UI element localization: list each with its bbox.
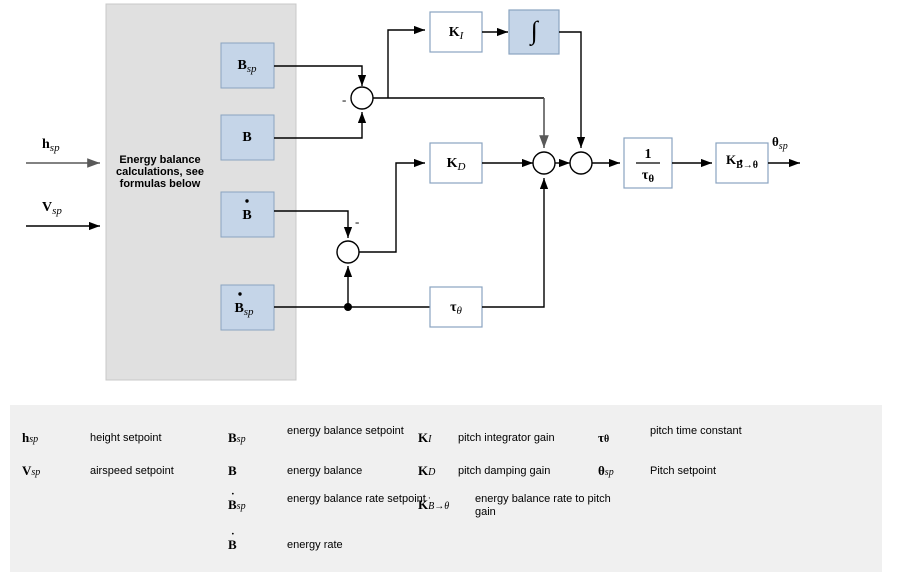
output-label-theta-sp: θsp (772, 134, 788, 152)
legend-sym-K-D: KD (418, 463, 436, 478)
legend-desc-h-sp: height setpoint (90, 432, 162, 444)
legend-desc-tau-theta: pitch time constant (650, 425, 742, 437)
k-bdot-overdot (739, 159, 743, 163)
wire-tau-theta-to-sum-main-1 (482, 178, 549, 308)
process-block-line-1: Energy balance (119, 154, 200, 166)
legend-desc-B-sp: energy balance setpoint (287, 425, 404, 437)
legend-desc-K-D: pitch damping gain (458, 465, 551, 477)
legend-desc-K-Bdot-theta: energy balance rate to pitch gain (475, 493, 611, 518)
legend-sym-B: B (228, 463, 237, 478)
legend-desc-B: energy balance (287, 465, 363, 477)
process-block-line-3: formulas below (120, 178, 201, 190)
legend-sym-B-sp: Bsp (228, 430, 246, 445)
legend-sym-v-sp: Vsp (22, 463, 41, 478)
process-block-line-2: calculations, see (116, 166, 204, 178)
sum-junction-main-1 (532, 151, 556, 175)
wire-sumtop-to-KI (387, 25, 425, 98)
legend-panel: hsp height setpoint Vsp airspeed setpoin… (10, 405, 882, 572)
legend-desc-B-dot: energy rate (287, 539, 343, 551)
legend-sym-B-dot-sp: B · sp (228, 488, 246, 512)
figure-root: Energy balance calculations, see formula… (0, 0, 899, 578)
legend-sym-K-Bdot-theta: KB · →θ (418, 493, 450, 512)
sum-junction-lower (336, 240, 360, 264)
legend-desc-v-sp: airspeed setpoint (90, 465, 174, 477)
wire-integrator-to-sum-main-2 (559, 31, 586, 148)
signal-block-B-dot-label: B (242, 208, 251, 223)
legend-sym-theta-sp: θsp (598, 463, 614, 478)
legend-sym-h-sp: hsp (22, 430, 39, 445)
legend-desc-theta-sp: Pitch setpoint (650, 465, 717, 477)
legend-sym-tau-theta: τθ (598, 430, 610, 445)
b-dot-overdot-2 (238, 292, 242, 296)
legend-desc-B-dot-sp: energy balance rate setpoint (287, 493, 426, 505)
legend-sym-K-I: KI (418, 430, 432, 445)
legend-desc-K-I: pitch integrator gain (458, 432, 555, 444)
sum-junction-top-minus: - (342, 92, 346, 107)
one-over-tau-numerator: 1 (645, 147, 652, 162)
input-label-v-sp: Vsp (42, 200, 62, 217)
legend-sym-B-dot: B · (228, 528, 237, 552)
input-label-h-sp: hsp (42, 137, 60, 154)
wire-sum-lower-to-KD (359, 158, 425, 253)
b-dot-overdot-1 (245, 199, 249, 203)
sum-junction-main-2 (569, 151, 593, 175)
junction-dot-Bdotsp (344, 303, 352, 311)
signal-block-B-label: B (242, 130, 251, 145)
sum-junction-top (350, 86, 374, 110)
sum-junction-lower-minus: - (355, 214, 359, 229)
